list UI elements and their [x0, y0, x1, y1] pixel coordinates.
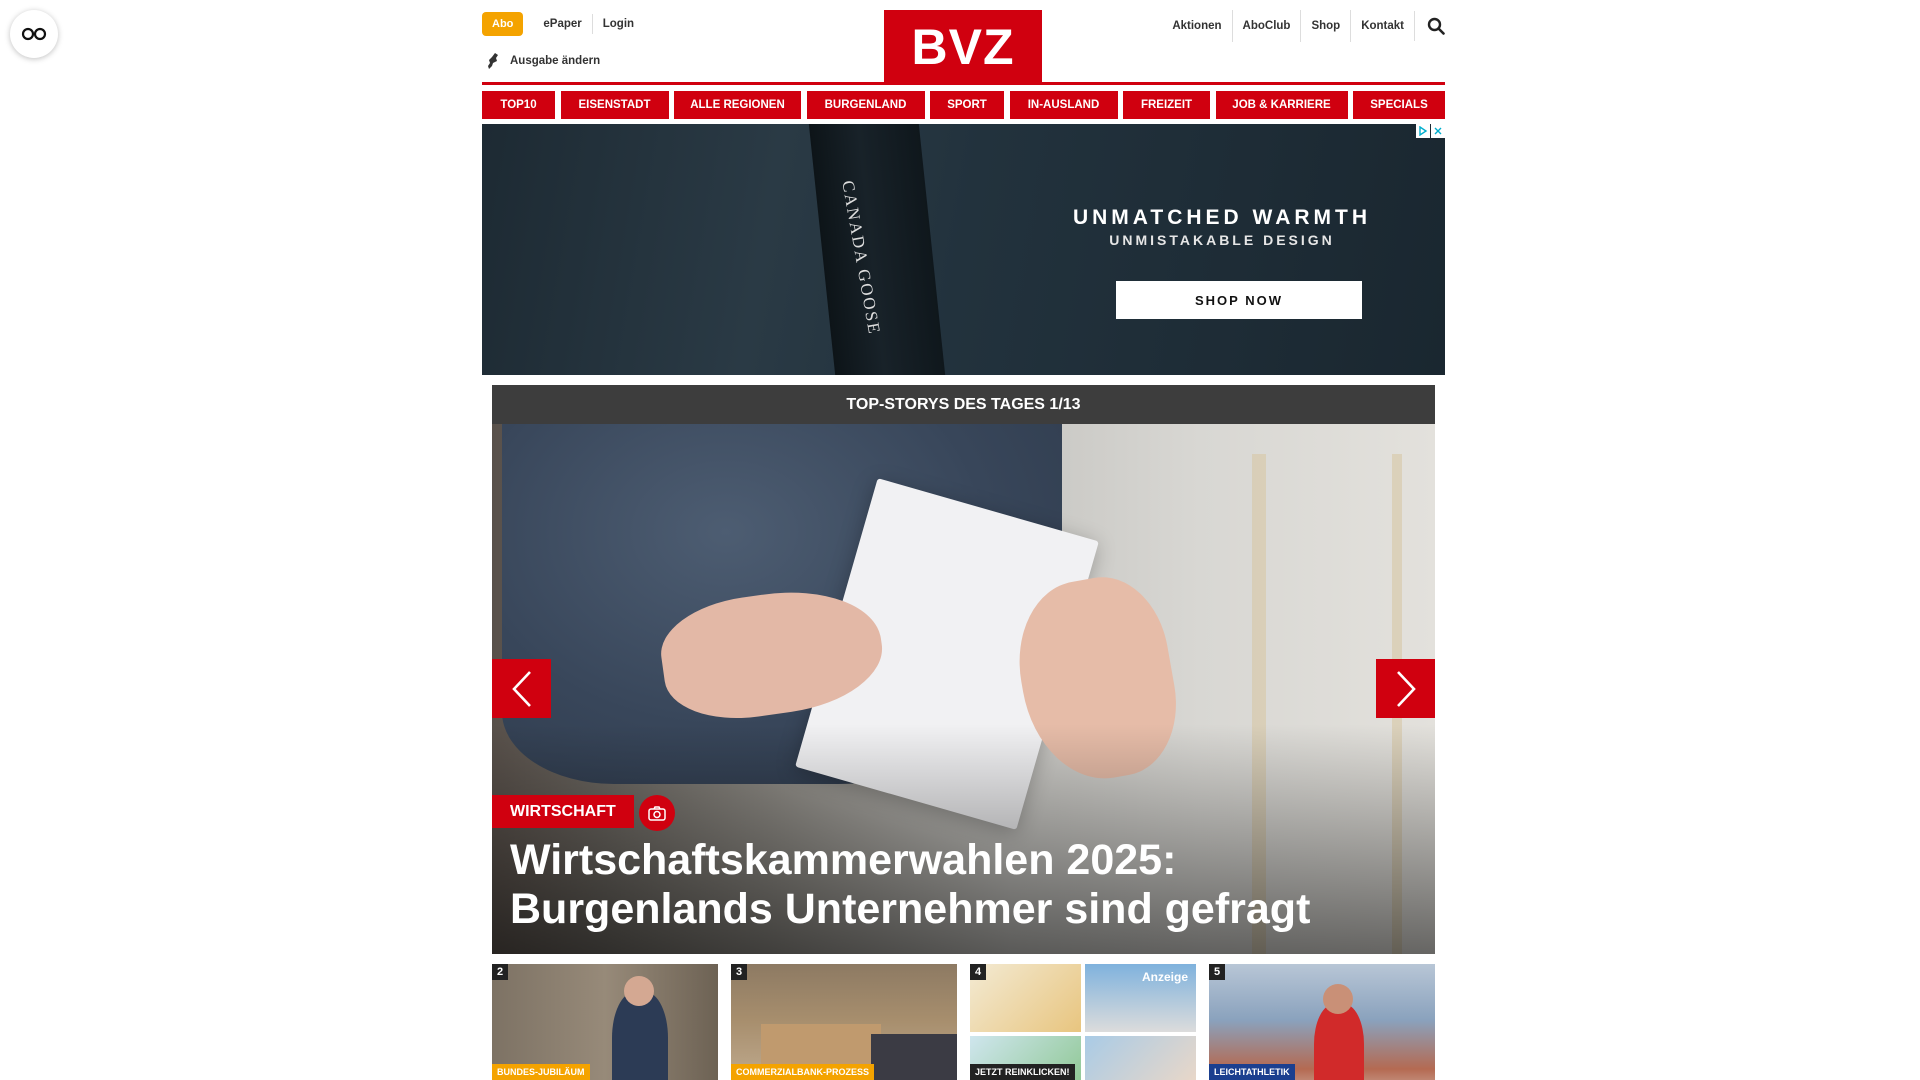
bvz-logo[interactable]: BVZ [884, 10, 1042, 84]
nav-item-alle-regionen[interactable]: ALLE REGIONEN [674, 91, 801, 119]
teaser-tag: JETZT REINKLICKEN! [970, 1064, 1075, 1080]
burgenland-map-icon [488, 53, 498, 69]
aboclub-link[interactable]: AboClub [1231, 10, 1301, 42]
teaser-tag: COMMERZIALBANK-PROZESS [731, 1064, 874, 1080]
epaper-link[interactable]: ePaper [533, 14, 591, 34]
slider-next-button[interactable] [1376, 659, 1435, 718]
search-button[interactable] [1414, 11, 1445, 41]
teaser-card[interactable]: 3 COMMERZIALBANK-PROZESS [731, 964, 957, 1080]
teaser-person-face [624, 976, 654, 1006]
teaser-ad-label: Anzeige [1141, 970, 1188, 984]
glasses-icon [21, 27, 47, 41]
story-headline[interactable]: Wirtschaftskammerwahlen 2025: Burgenland… [510, 836, 1410, 934]
shop-link[interactable]: Shop [1300, 10, 1350, 42]
story-headline-line2: Burgenlands Unternehmer sind gefragt [510, 885, 1311, 933]
ad-subline: UNMISTAKABLE DESIGN [1109, 232, 1335, 248]
header-divider [482, 82, 1445, 85]
chevron-left-icon [511, 670, 531, 707]
nav-item-freizeit[interactable]: FREIZEIT [1123, 91, 1210, 119]
teaser-tag: LEICHTATHLETIK [1209, 1064, 1295, 1080]
story-category-badge[interactable]: WIRTSCHAFT [492, 795, 634, 828]
ad-shop-now-button[interactable]: SHOP NOW [1116, 281, 1362, 319]
close-ad-icon[interactable] [1431, 124, 1445, 138]
login-link[interactable]: Login [591, 14, 644, 34]
nav-item-job-karriere[interactable]: JOB & KARRIERE [1215, 91, 1348, 119]
top-stories-heading: TOP-STORYS DES TAGES 1/13 [492, 385, 1435, 424]
search-icon [1427, 17, 1445, 35]
header-left-links: Abo ePaper Login [482, 12, 644, 36]
ad-choices[interactable] [1415, 124, 1445, 138]
teaser-number: 2 [492, 964, 509, 980]
ad-banner[interactable]: CANADA GOOSE UNMATCHED WARMTH UNMISTAKAB… [482, 124, 1445, 375]
nav-item-top10[interactable]: TOP10 [482, 91, 555, 119]
teaser-card[interactable]: 2 BUNDES-JUBILÄUM [492, 964, 718, 1080]
teaser-card[interactable]: Anzeige 4 JETZT REINKLICKEN! [970, 964, 1196, 1080]
teaser-row: 2 BUNDES-JUBILÄUM 3 COMMERZIALBANK-PROZE… [492, 964, 1435, 1080]
kontakt-link[interactable]: Kontakt [1350, 10, 1414, 42]
top-story-image[interactable]: WIRTSCHAFT Wirtschaftskammerwahlen 2025:… [492, 424, 1435, 954]
top-stories-slider: TOP-STORYS DES TAGES 1/13 WIRTSCHAFT Wir… [492, 385, 1435, 954]
slider-prev-button[interactable] [492, 659, 551, 718]
nav-item-sport[interactable]: SPORT [930, 91, 1004, 119]
aktionen-link[interactable]: Aktionen [1162, 10, 1231, 42]
chevron-right-icon [1396, 670, 1416, 707]
nav-item-specials[interactable]: SPECIALS [1353, 91, 1445, 119]
site-header: Abo ePaper Login Ausgabe ändern BVZ Akti… [482, 0, 1445, 86]
abo-button[interactable]: Abo [482, 12, 524, 36]
nav-item-in-ausland[interactable]: IN-AUSLAND [1009, 91, 1118, 119]
edition-switch[interactable]: Ausgabe ändern [486, 52, 600, 70]
teaser-number: 3 [731, 964, 748, 980]
teaser-tag: BUNDES-JUBILÄUM [492, 1064, 590, 1080]
header-right-links: Aktionen AboClub Shop Kontakt [1162, 10, 1445, 42]
teaser-courtroom-table [761, 1024, 881, 1069]
edition-label: Ausgabe ändern [510, 55, 601, 67]
story-headline-line1: Wirtschaftskammerwahlen 2025: [510, 836, 1177, 884]
teaser-audience [871, 1034, 957, 1080]
teaser-quad-1 [970, 964, 1081, 1032]
adchoices-icon[interactable] [1416, 124, 1430, 138]
teaser-card[interactable]: 5 LEICHTATHLETIK [1209, 964, 1435, 1080]
teaser-number: 4 [970, 964, 987, 980]
accessibility-button[interactable] [10, 10, 58, 58]
nav-item-eisenstadt[interactable]: EISENSTADT [560, 91, 669, 119]
nav-item-burgenland[interactable]: BURGENLAND [806, 91, 925, 119]
page-container: Abo ePaper Login Ausgabe ändern BVZ Akti… [482, 0, 1445, 1080]
teaser-number: 5 [1209, 964, 1226, 980]
teaser-athlete-face [1323, 984, 1353, 1014]
main-navigation: TOP10 EISENSTADT ALLE REGIONEN BURGENLAN… [482, 91, 1445, 119]
camera-icon [639, 795, 675, 831]
ad-headline: UNMATCHED WARMTH [1072, 206, 1372, 229]
teaser-athlete-image [1314, 1004, 1364, 1080]
ad-jacket-zipper [808, 124, 946, 375]
teaser-quad-4 [1085, 1036, 1196, 1080]
